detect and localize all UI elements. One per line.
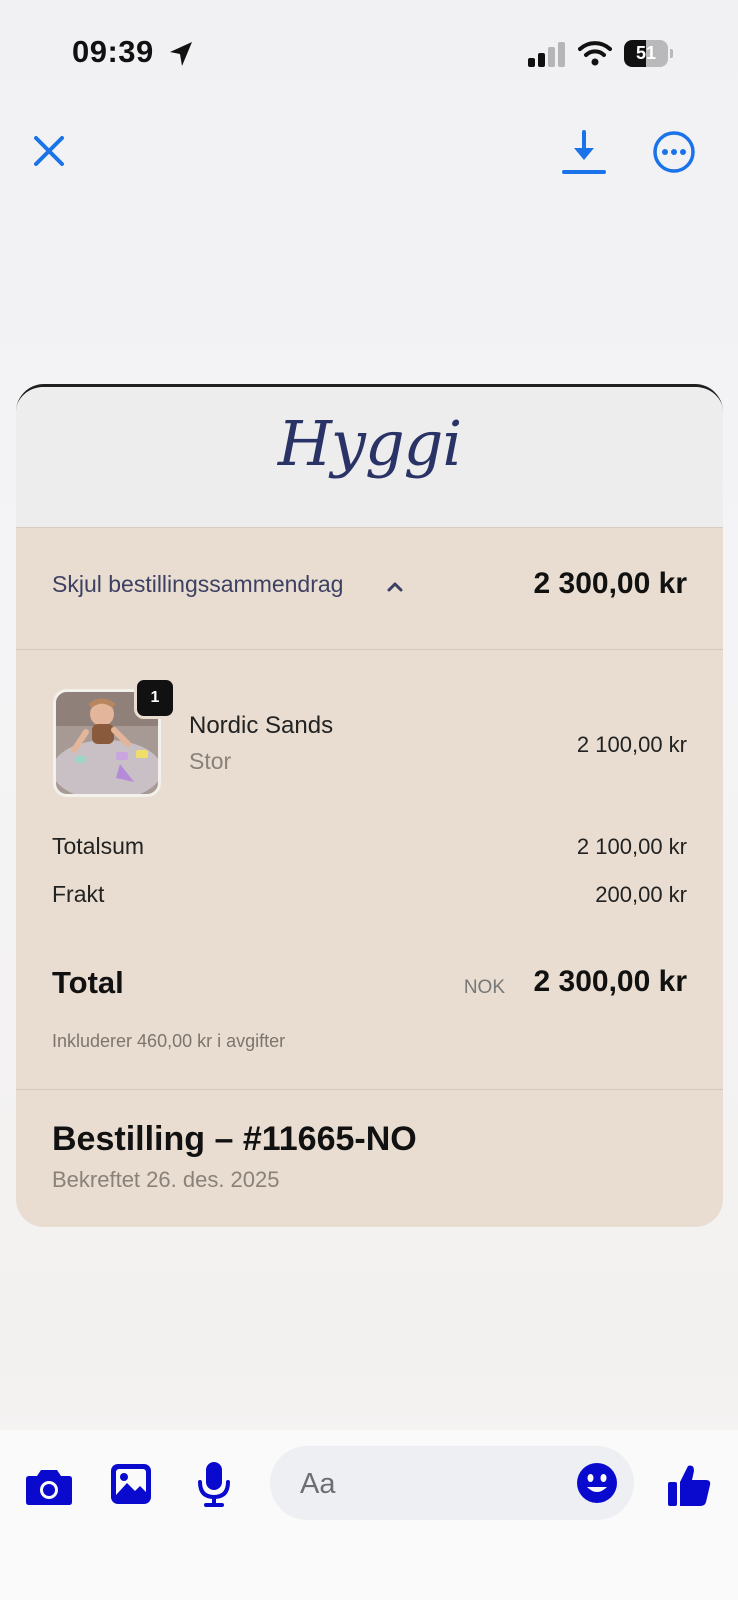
emoji-icon[interactable] <box>576 1462 618 1504</box>
total-value: 2 300,00 kr <box>533 965 687 998</box>
total-currency: NOK <box>463 977 505 998</box>
summary-toggle-label: Skjul bestillingssammendrag <box>52 571 344 597</box>
order-number-title: Bestilling – #11665-NO <box>52 1120 417 1158</box>
fees-note: Inkluderer 460,00 kr i avgifter <box>52 1031 286 1051</box>
location-arrow-icon <box>170 42 192 66</box>
photo-gallery-icon[interactable] <box>109 1462 153 1506</box>
shipping-label: Frakt <box>52 881 105 907</box>
order-confirmed-date: Bekreftet 26. des. 2025 <box>52 1167 280 1192</box>
product-name: Nordic Sands <box>189 712 334 739</box>
subtotal-value: 2 100,00 kr <box>576 834 687 859</box>
download-icon[interactable] <box>562 128 606 176</box>
close-icon[interactable] <box>32 134 66 168</box>
message-composer-bar <box>0 1430 738 1600</box>
divider <box>16 1089 723 1090</box>
battery-indicator: 51 <box>624 40 673 67</box>
quantity-badge: 1 <box>134 677 176 719</box>
product-variant: Stor <box>189 748 232 774</box>
message-input-container <box>270 1446 634 1522</box>
camera-icon[interactable] <box>25 1466 73 1506</box>
total-label: Total <box>52 965 124 1000</box>
shipping-value: 200,00 kr <box>595 882 687 907</box>
message-input[interactable] <box>298 1446 562 1522</box>
cellular-signal-icon <box>528 42 565 67</box>
subtotal-label: Totalsum <box>52 833 145 859</box>
chevron-up-icon <box>387 582 403 592</box>
battery-percent: 51 <box>635 43 657 63</box>
wifi-icon <box>578 41 612 66</box>
microphone-icon[interactable] <box>196 1460 232 1508</box>
status-time: 09:39 <box>72 34 154 69</box>
thumbs-up-icon[interactable] <box>666 1462 712 1508</box>
receipt-header: Hyggi <box>16 387 723 528</box>
brand-logo: Hyggi <box>277 407 462 480</box>
receipt-card: Hyggi Skjul bestillingssammendrag 2 300,… <box>16 384 723 1227</box>
more-options-icon[interactable] <box>652 130 696 174</box>
summary-total: 2 300,00 kr <box>533 567 687 600</box>
product-price: 2 100,00 kr <box>576 732 687 757</box>
order-summary-toggle[interactable]: Skjul bestillingssammendrag 2 300,00 kr <box>16 527 723 650</box>
